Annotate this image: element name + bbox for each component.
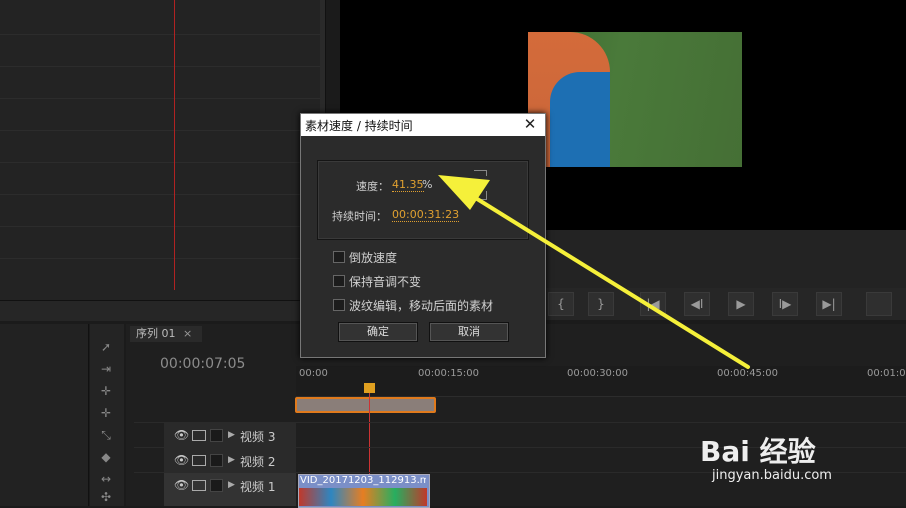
watermark-url: jingyan.baidu.com xyxy=(712,468,832,483)
work-area-bar[interactable] xyxy=(295,397,436,413)
link-icon[interactable]: ⚭ xyxy=(478,176,489,191)
camera-icon[interactable] xyxy=(192,455,206,466)
reverse-speed-label: 倒放速度 xyxy=(349,251,398,265)
lock-toggle[interactable] xyxy=(210,479,223,492)
ripple-edit-label: 波纹编辑，移动后面的素材 xyxy=(349,299,494,313)
lock-toggle[interactable] xyxy=(210,429,223,442)
play-button[interactable]: ▶ xyxy=(728,292,754,316)
ruler-label: 00:00 xyxy=(299,368,328,379)
slip-tool-icon[interactable]: ↔ xyxy=(96,472,116,488)
grid-line xyxy=(0,162,320,163)
duration-label: 持续时间： xyxy=(332,210,387,223)
track-select-tool-icon[interactable]: ⇥ xyxy=(96,362,116,378)
camera-icon[interactable] xyxy=(192,480,206,491)
track-label-video-3: 视频 3 xyxy=(240,430,276,444)
step-back-button[interactable]: ◀I xyxy=(684,292,710,316)
source-monitor-panel xyxy=(0,0,326,300)
grid-line xyxy=(0,226,320,227)
ok-button[interactable]: 确定 xyxy=(338,322,418,342)
export-frame-button[interactable] xyxy=(866,292,892,316)
speed-label: 速度： xyxy=(356,180,389,193)
grid-line xyxy=(0,66,320,67)
grid-line xyxy=(0,258,320,259)
grid-line xyxy=(0,98,320,99)
dialog-title: 素材速度 / 持续时间 xyxy=(305,119,413,133)
mark-out-button[interactable]: } xyxy=(588,292,614,316)
watermark-logo: Bai 经验 xyxy=(700,435,816,468)
rate-stretch-tool-icon[interactable]: ⤡ xyxy=(96,428,116,444)
goto-in-button[interactable]: |◀ xyxy=(640,292,666,316)
tab-sequence-01[interactable]: 序列 01 × xyxy=(130,326,202,342)
cancel-button[interactable]: 取消 xyxy=(429,322,509,342)
source-footer xyxy=(0,300,325,321)
step-forward-button[interactable]: I▶ xyxy=(772,292,798,316)
grid-line xyxy=(0,34,320,35)
playhead-handle[interactable] xyxy=(364,383,375,393)
speed-duration-group xyxy=(317,160,529,240)
program-video-frame xyxy=(528,32,742,167)
goto-out-button[interactable]: ▶| xyxy=(816,292,842,316)
frame-ornament-blue xyxy=(550,72,610,167)
ruler-label: 00:00:15:00 xyxy=(418,368,480,379)
eye-icon[interactable]: 👁 xyxy=(174,428,189,442)
track-label-video-1: 视频 1 xyxy=(240,480,276,494)
rolling-edit-tool-icon[interactable]: ✛ xyxy=(96,406,116,422)
eye-icon[interactable]: 👁 xyxy=(174,453,189,467)
close-icon[interactable]: × xyxy=(183,327,192,340)
ripple-edit-checkbox[interactable] xyxy=(333,299,345,311)
timeline-timecode[interactable]: 00:00:07:05 xyxy=(160,356,245,372)
razor-tool-icon[interactable]: ◆ xyxy=(96,450,116,466)
grid-line xyxy=(0,194,320,195)
grid-line xyxy=(0,130,320,131)
reverse-speed-checkbox[interactable] xyxy=(333,251,345,263)
track-label-video-2: 视频 2 xyxy=(240,455,276,469)
ruler-label: 00:00:45:00 xyxy=(717,368,779,379)
expand-icon[interactable]: ▶ xyxy=(228,455,235,465)
source-playhead[interactable] xyxy=(174,0,175,290)
ruler-label: 00:01:0 xyxy=(867,368,906,379)
mark-in-button[interactable]: { xyxy=(548,292,574,316)
selection-tool-icon[interactable]: ➚ xyxy=(96,340,116,356)
ruler-label: 00:00:30:00 xyxy=(567,368,629,379)
camera-icon[interactable] xyxy=(192,430,206,441)
ripple-edit-tool-icon[interactable]: ✛ xyxy=(96,384,116,400)
clip-name: VID_20171203_112913.m xyxy=(300,475,426,486)
speed-value[interactable]: 41.35 xyxy=(392,178,424,192)
speed-unit: % xyxy=(422,178,433,191)
sequence-tab-label: 序列 01 xyxy=(136,327,176,340)
expand-icon[interactable]: ▶ xyxy=(228,480,235,490)
clip-thumbnail xyxy=(299,488,427,506)
slide-tool-icon[interactable]: ✣ xyxy=(96,490,116,506)
maintain-pitch-checkbox[interactable] xyxy=(333,275,345,287)
close-icon[interactable]: ✕ xyxy=(522,116,538,132)
lock-toggle[interactable] xyxy=(210,454,223,467)
expand-icon[interactable]: ▶ xyxy=(228,430,235,440)
duration-value[interactable]: 00:00:31:23 xyxy=(392,208,460,222)
maintain-pitch-label: 保持音调不变 xyxy=(349,275,422,289)
eye-icon[interactable]: 👁 xyxy=(174,478,189,492)
project-panel xyxy=(0,324,89,506)
